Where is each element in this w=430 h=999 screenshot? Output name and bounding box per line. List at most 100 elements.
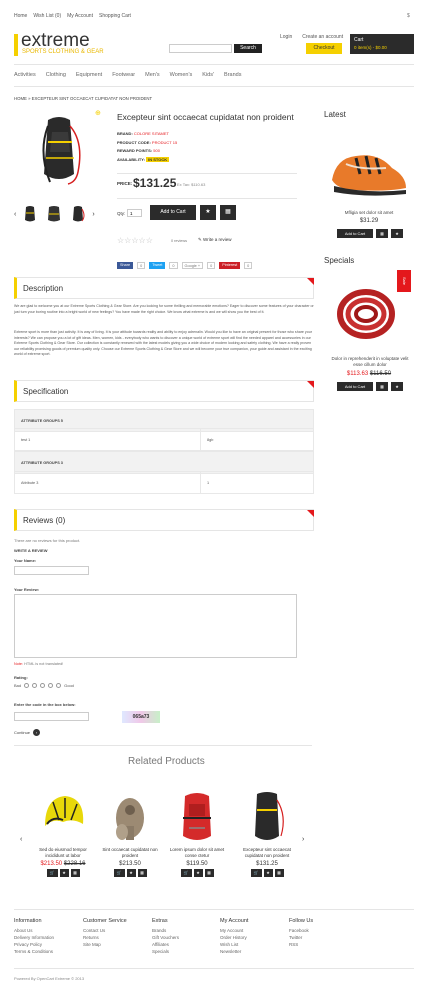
rating-radio-4[interactable]: [48, 683, 54, 688]
nav-wishlist[interactable]: Wish List (0): [33, 13, 61, 19]
footer-link[interactable]: Delivery Information: [14, 934, 54, 941]
review-textarea[interactable]: [14, 594, 297, 658]
related-name[interactable]: Sint occaecat cupidatat non proident: [100, 847, 160, 859]
nav-account[interactable]: My Account: [67, 13, 93, 19]
continue-button[interactable]: Continue ›: [14, 729, 41, 736]
zoom-icon[interactable]: ⊕: [95, 109, 101, 117]
footer-link[interactable]: My Account: [220, 927, 248, 934]
footer-link-twitter[interactable]: Twitter: [289, 934, 313, 941]
related-name[interactable]: Sed do eiusmod tempor incididunt ut labo…: [33, 847, 93, 859]
compare-button[interactable]: ▦: [220, 205, 236, 220]
footer-link[interactable]: Order History: [220, 934, 248, 941]
pinterest-button[interactable]: Pinterest: [219, 262, 241, 269]
star-icon[interactable]: ★: [391, 229, 403, 238]
cat-brands[interactable]: Brands: [224, 72, 241, 78]
footer-link[interactable]: Returns: [83, 934, 127, 941]
footer-link[interactable]: Privacy Policy: [14, 941, 54, 948]
footer-link[interactable]: Newsletter: [220, 948, 248, 955]
thumb-prev-icon[interactable]: ‹: [14, 211, 16, 218]
footer-link[interactable]: Affiliates: [152, 941, 179, 948]
checkout-button[interactable]: Checkout: [306, 43, 342, 54]
create-account-link[interactable]: Create an account: [302, 34, 343, 40]
compare-icon[interactable]: ▦: [137, 869, 147, 877]
footer-link[interactable]: Terms & Conditions: [14, 948, 54, 955]
related-name[interactable]: Excepteur sint occaecat cupidatat non pr…: [237, 847, 297, 859]
breadcrumb[interactable]: HOME » EXCEPTEUR SINT OCCAECAT CUPIDATAT…: [14, 96, 152, 101]
product-main-image[interactable]: [18, 112, 100, 192]
special-product-name[interactable]: Dolor in reprehenderit in voluptate veli…: [330, 356, 410, 368]
thumbnail-1[interactable]: [20, 204, 40, 224]
rating-radio-2[interactable]: [32, 683, 38, 688]
cart-icon[interactable]: 🛒: [250, 869, 262, 877]
footer-link-rss[interactable]: RSS: [289, 941, 313, 948]
compare-icon[interactable]: ▦: [376, 382, 388, 391]
captcha-input[interactable]: [14, 712, 89, 721]
rating-radio-5[interactable]: [56, 683, 62, 688]
search-input[interactable]: [169, 44, 232, 53]
cat-womens[interactable]: Women's: [170, 72, 193, 78]
footer-link[interactable]: Contact Us: [83, 927, 127, 934]
compare-icon[interactable]: ▦: [70, 869, 80, 877]
cart-icon[interactable]: 🛒: [180, 869, 192, 877]
related-product[interactable]: Lorem ipsum dolor sit amet conse ctetur …: [167, 788, 227, 877]
cat-kids[interactable]: Kids': [202, 72, 214, 78]
footer-link[interactable]: Brands: [152, 927, 179, 934]
related-name[interactable]: Lorem ipsum dolor sit amet conse ctetur: [167, 847, 227, 859]
related-product[interactable]: Sed do eiusmod tempor incididunt ut labo…: [33, 788, 93, 877]
cat-footwear[interactable]: Footwear: [112, 72, 135, 78]
brand-link[interactable]: COLORE SITAMET: [134, 131, 169, 136]
latest-product-image[interactable]: [326, 128, 412, 208]
footer-link[interactable]: Gift Vouchers: [152, 934, 179, 941]
login-link[interactable]: Login: [280, 34, 292, 40]
footer-link[interactable]: About Us: [14, 927, 54, 934]
related-product[interactable]: Excepteur sint occaecat cupidatat non pr…: [237, 788, 297, 877]
related-product-image[interactable]: [100, 788, 160, 846]
footer-link[interactable]: Wish List: [220, 941, 248, 948]
latest-product-name[interactable]: Mfligia set dolor sit amet: [326, 210, 412, 215]
cart-button[interactable]: Cart 0 item(s) - $0.00: [350, 34, 414, 54]
google-plus-button[interactable]: Google +: [181, 262, 204, 269]
nav-home[interactable]: Home: [14, 13, 27, 19]
star-icon[interactable]: ★: [391, 382, 403, 391]
write-review-link[interactable]: ✎ Write a review: [198, 237, 231, 243]
star-icon[interactable]: ★: [126, 869, 136, 877]
quantity-input[interactable]: [127, 209, 142, 217]
cat-mens[interactable]: Men's: [145, 72, 160, 78]
tweet-button[interactable]: Tweet: [149, 262, 166, 269]
nav-cart[interactable]: Shopping Cart: [99, 13, 131, 19]
facebook-share-button[interactable]: Share: [117, 262, 134, 269]
latest-add-to-cart[interactable]: Add to Cart: [337, 229, 373, 238]
cat-activities[interactable]: Activities: [14, 72, 36, 78]
cat-clothing[interactable]: Clothing: [46, 72, 66, 78]
related-product-image[interactable]: [33, 788, 93, 846]
footer-link-facebook[interactable]: Facebook: [289, 927, 313, 934]
thumb-next-icon[interactable]: ›: [92, 211, 94, 218]
star-icon[interactable]: ★: [193, 869, 203, 877]
add-to-cart-button[interactable]: Add to Cart: [150, 205, 196, 220]
currency-selector[interactable]: $: [407, 13, 410, 19]
rating-radio-3[interactable]: [40, 683, 46, 688]
footer-link[interactable]: Specials: [152, 948, 179, 955]
related-next-icon[interactable]: ›: [302, 836, 304, 843]
compare-icon[interactable]: ▦: [376, 229, 388, 238]
special-add-to-cart[interactable]: Add to Cart: [337, 382, 373, 391]
cart-icon[interactable]: 🛒: [46, 869, 58, 877]
thumbnail-2[interactable]: [44, 204, 64, 224]
star-icon[interactable]: ★: [59, 869, 69, 877]
related-prev-icon[interactable]: ‹: [20, 836, 22, 843]
footer-link[interactable]: Site Map: [83, 941, 127, 948]
thumbnail-3[interactable]: [68, 204, 88, 224]
cart-icon[interactable]: 🛒: [113, 869, 125, 877]
reviews-count[interactable]: 0 reviews: [171, 239, 187, 243]
compare-icon[interactable]: ▦: [274, 869, 284, 877]
cat-equipment[interactable]: Equipment: [76, 72, 102, 78]
rating-radio-1[interactable]: [24, 683, 30, 688]
search-button[interactable]: Search: [234, 44, 262, 53]
review-name-input[interactable]: [14, 566, 89, 575]
star-icon[interactable]: ★: [263, 869, 273, 877]
related-product[interactable]: Sint occaecat cupidatat non proident $21…: [100, 788, 160, 877]
related-product-image[interactable]: [237, 788, 297, 846]
wishlist-button[interactable]: ★: [200, 205, 216, 220]
related-product-image[interactable]: [167, 788, 227, 846]
compare-icon[interactable]: ▦: [204, 869, 214, 877]
